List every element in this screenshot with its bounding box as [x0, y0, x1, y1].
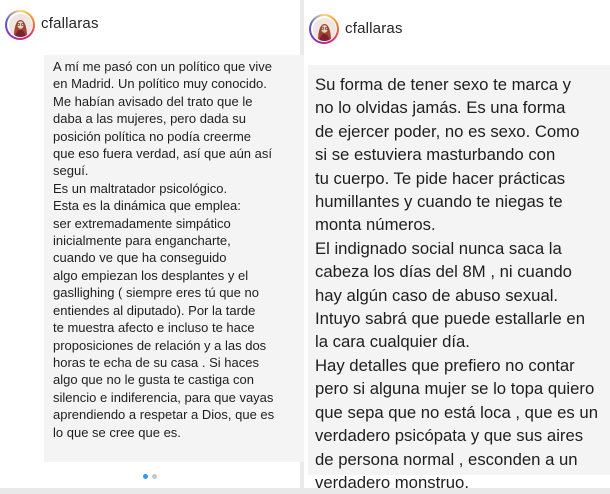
text-line: entiendes al diputado). Por la tarde — [53, 302, 256, 318]
text-line: Intuyo sabrá que puede estallarle en — [315, 309, 585, 329]
text-line: verdadero monstruo. — [315, 472, 469, 492]
avatar-border — [311, 16, 337, 42]
text-line: en Madrid. Un político muy conocido. — [53, 76, 267, 92]
text-line: si se estuviera masturbando con — [315, 145, 556, 165]
text-line: gasllighing ( siempre eres tú que no — [53, 285, 259, 301]
text-line: verdadero psicópata y que sus aires — [315, 426, 584, 446]
carousel-dot[interactable] — [152, 474, 157, 479]
text-line: lo que se cree que es. — [53, 424, 181, 440]
avatar[interactable] — [312, 17, 336, 41]
story-ring[interactable] — [5, 10, 35, 40]
text-line: de persona normal , esconden a un — [315, 449, 578, 469]
post-text-left: A mí me pasó con un político que vive en … — [44, 55, 304, 462]
text-line: daba a las mujeres, pero dada su — [53, 111, 246, 127]
text-line: proposiciones de relación y a las dos — [53, 337, 267, 353]
text-line: horas te echa de su casa . Si haces — [53, 354, 259, 370]
text-line: humillantes y cuando te niegas te — [315, 192, 563, 212]
text-line: algo empiezan los desplantes y el — [53, 267, 249, 283]
text-line: silencio e indiferencia, para que vayas — [53, 389, 274, 405]
text-line: ser extremadamente simpático — [53, 215, 231, 231]
text-line: Me habían avisado del trato que le — [53, 93, 253, 109]
username[interactable]: cfallaras — [41, 15, 99, 32]
post-header: cfallaras — [0, 0, 300, 46]
post-text-right: Su forma de tener sexo te marca y no lo o… — [308, 65, 610, 492]
post-header: cfallaras — [304, 0, 610, 46]
text-line: pero si alguna mujer se lo topa quiero — [315, 379, 595, 399]
text-line: cuando ve que ha conseguido — [53, 250, 227, 266]
avatar[interactable] — [8, 13, 32, 37]
text-line: El indignado social nunca saca la — [315, 238, 562, 258]
text-line: seguí. — [53, 163, 89, 179]
text-line: inicialmente para engancharte, — [53, 233, 231, 249]
text-line: que sepa que no está loca , que es un — [315, 402, 598, 422]
text-line: Es un maltratador psicológico. — [53, 180, 228, 196]
username[interactable]: cfallaras — [345, 20, 403, 37]
profile-avatar-icon — [8, 13, 32, 37]
carousel-indicator — [0, 474, 300, 482]
text-line: hay algún caso de abuso sexual. — [315, 285, 559, 305]
carousel-dot-active[interactable] — [143, 474, 148, 479]
text-line: posición política no podía creerme — [53, 128, 252, 144]
text-line: Hay detalles que prefiero no contar — [315, 355, 575, 375]
avatar-border — [7, 12, 33, 38]
story-ring[interactable] — [309, 14, 339, 44]
text-line: te muestra afecto e incluso te hace — [53, 320, 255, 336]
text-line: la cara cualquier día. — [315, 332, 470, 352]
text-line: aprendiendo a respetar a Dios, que es — [53, 407, 275, 423]
text-line: A mí me pasó con un político que vive — [53, 59, 272, 74]
left-post-panel: cfallaras A mí me pasó con un político q… — [0, 0, 304, 488]
text-line: Su forma de tener sexo te marca y — [315, 75, 571, 94]
text-line: Esta es la dinámica que emplea: — [53, 198, 241, 214]
profile-avatar-icon — [312, 17, 336, 41]
text-line: que eso fuera verdad, así que aún así — [53, 146, 272, 162]
text-line: no lo olvidas jamás. Es una forma — [315, 98, 566, 118]
text-line: cabeza los días del 8M , ni cuando — [315, 262, 572, 282]
text-line: algo que no le gusta te castiga con — [53, 372, 254, 388]
text-line: tu cuerpo. Te pide hacer prácticas — [315, 168, 566, 188]
text-line: monta números. — [315, 215, 436, 235]
text-line: de ejercer poder, no es sexo. Como — [315, 121, 580, 141]
